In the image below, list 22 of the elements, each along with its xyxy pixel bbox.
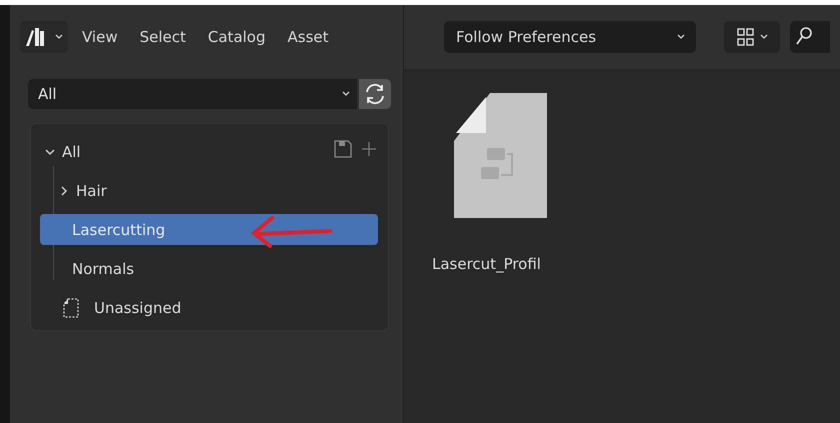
grid-icon xyxy=(736,27,756,47)
search-button[interactable] xyxy=(790,21,830,53)
tree-row[interactable]: Lasercutting xyxy=(40,214,378,245)
asset-name[interactable]: Lasercut_Profil xyxy=(432,255,541,273)
editor-type-button[interactable] xyxy=(20,21,68,53)
save-icon[interactable] xyxy=(334,140,352,158)
tree-row[interactable]: Normals xyxy=(40,253,378,284)
tree-row[interactable]: Hair xyxy=(40,175,378,206)
tree-row[interactable]: Unassigned xyxy=(40,292,378,323)
filter-dropdown[interactable]: All xyxy=(28,79,357,109)
add-icon[interactable] xyxy=(362,142,376,156)
menu-item[interactable]: Asset xyxy=(280,24,337,50)
dashed-file-icon xyxy=(62,298,80,318)
menu-item[interactable]: Catalog xyxy=(200,24,274,50)
import-method-dropdown[interactable]: Follow Preferences xyxy=(444,21,696,53)
display-mode-button[interactable] xyxy=(724,21,780,53)
refresh-icon xyxy=(364,83,386,105)
refresh-button[interactable] xyxy=(359,79,391,109)
node-group-file-icon[interactable] xyxy=(452,93,548,221)
menu-item[interactable]: Select xyxy=(132,24,194,50)
menu-item[interactable]: View xyxy=(74,24,126,50)
tree-row[interactable]: All xyxy=(40,136,378,167)
